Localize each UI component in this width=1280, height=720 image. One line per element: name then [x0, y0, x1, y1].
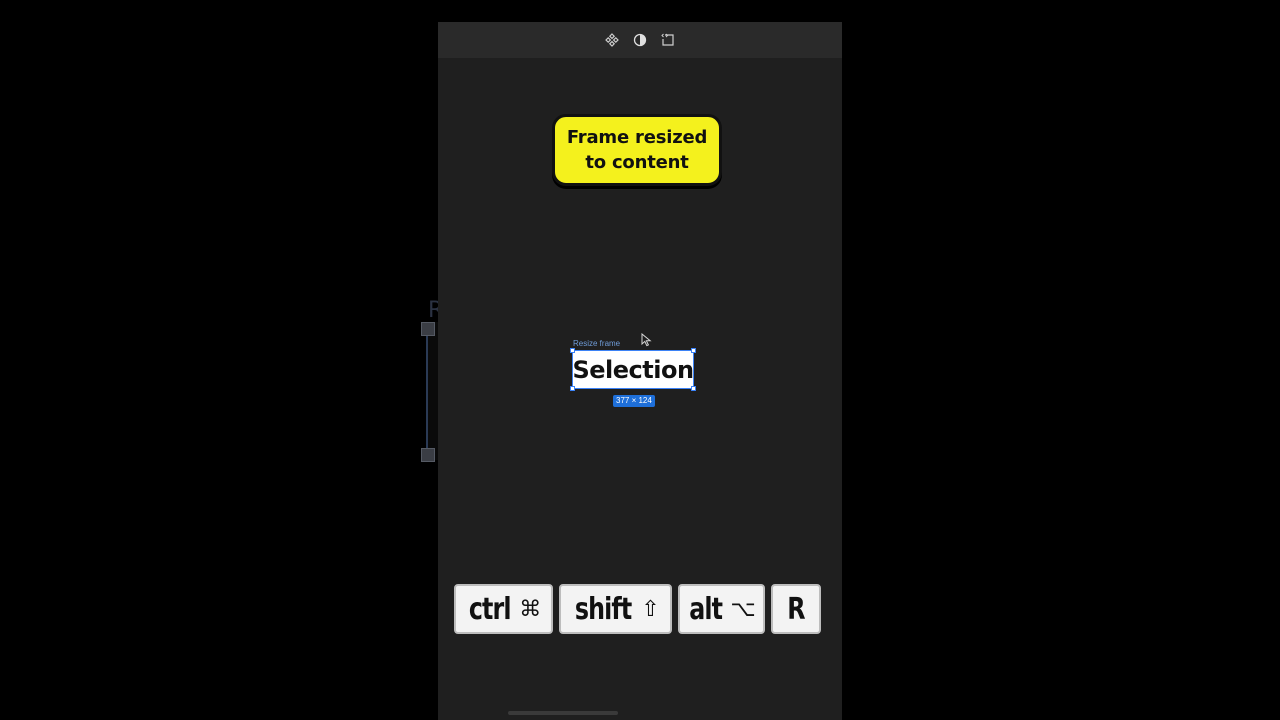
- status-bar: [438, 0, 842, 22]
- key-label: shift: [575, 591, 632, 627]
- frame-text: Selection: [572, 355, 694, 384]
- shift-icon: ⇧: [641, 596, 660, 622]
- key-label: alt: [689, 591, 723, 627]
- component-icon[interactable]: [604, 32, 620, 48]
- command-icon: ⌘: [519, 596, 542, 622]
- callout-line-2: to content: [585, 152, 689, 173]
- keyboard-shortcut: ctrl ⌘ shift ⇧ alt ⌥ R: [454, 584, 821, 634]
- dimension-badge: 377 × 124: [613, 395, 655, 407]
- top-toolbar: [438, 22, 842, 58]
- key-ctrl: ctrl ⌘: [454, 584, 553, 634]
- callout-badge: Frame resized to content: [552, 114, 722, 186]
- screen: R Frame resized to content Resize frame …: [0, 0, 1280, 720]
- frame-name-label[interactable]: Resize frame: [573, 339, 620, 348]
- resize-handle-top-right[interactable]: [691, 348, 696, 353]
- key-alt: alt ⌥: [678, 584, 765, 634]
- resize-handle-bottom-right[interactable]: [691, 386, 696, 391]
- resize-handle-top-left[interactable]: [570, 348, 575, 353]
- selected-frame[interactable]: Selection: [572, 350, 694, 389]
- contrast-icon[interactable]: [632, 32, 648, 48]
- background-ghost-handle: [421, 448, 435, 462]
- key-label: R: [787, 591, 805, 627]
- callout-text: Frame resized to content: [566, 125, 708, 175]
- key-label: ctrl: [468, 591, 512, 627]
- key-r: R: [771, 584, 821, 634]
- option-icon: ⌥: [730, 596, 756, 622]
- home-indicator[interactable]: [508, 711, 618, 715]
- app-viewport: Frame resized to content Resize frame Se…: [438, 0, 842, 720]
- callout-line-1: Frame resized: [566, 127, 708, 148]
- code-frame-icon[interactable]: [660, 32, 676, 48]
- resize-handle-bottom-left[interactable]: [570, 386, 575, 391]
- background-ghost-handle: [421, 322, 435, 336]
- key-shift: shift ⇧: [559, 584, 672, 634]
